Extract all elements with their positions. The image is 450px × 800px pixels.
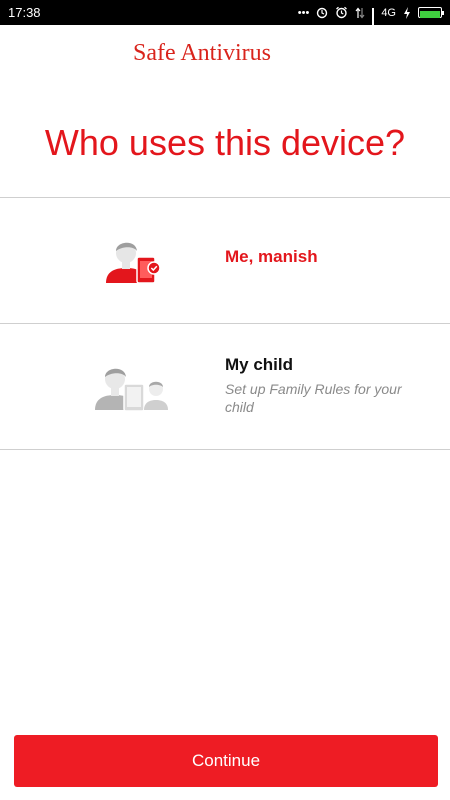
- app-brand: Safe Antivirus: [133, 40, 271, 66]
- status-time: 17:38: [8, 5, 41, 20]
- option-me-label: Me, manish: [225, 247, 318, 266]
- option-my-child-description: Set up Family Rules for your child: [225, 381, 402, 415]
- continue-button[interactable]: Continue: [14, 735, 438, 787]
- more-dots: •••: [297, 6, 310, 19]
- page-title: Who uses this device?: [44, 122, 406, 163]
- charging-icon: [404, 6, 410, 19]
- option-me[interactable]: Me, manish: [0, 198, 450, 323]
- battery-icon: [418, 7, 444, 18]
- status-icons: ••• 4G: [297, 6, 444, 33]
- option-my-child[interactable]: My child Set up Family Rules for your ch…: [0, 324, 450, 449]
- divider: [0, 449, 450, 450]
- adult-tablet-child-icon: [95, 368, 168, 412]
- alarm-icon: [336, 6, 348, 19]
- network-type: 4G: [381, 6, 396, 19]
- adult-phone-shield-icon: [106, 242, 161, 284]
- status-bar: 17:38 ••• 4G: [0, 0, 450, 33]
- data-sync-icon: [317, 7, 328, 18]
- option-my-child-label: My child: [225, 355, 294, 374]
- signal-arrows-icon: [355, 7, 365, 18]
- signal-bars-icon: [372, 7, 375, 33]
